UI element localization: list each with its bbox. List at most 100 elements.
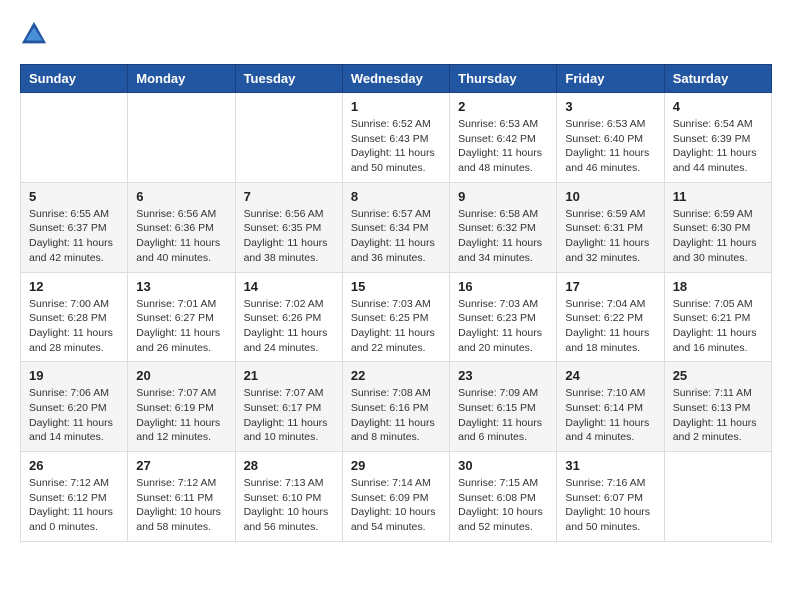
day-cell: 25Sunrise: 7:11 AMSunset: 6:13 PMDayligh… bbox=[664, 362, 771, 452]
day-number: 22 bbox=[351, 368, 441, 383]
day-info: Sunrise: 7:05 AMSunset: 6:21 PMDaylight:… bbox=[673, 297, 763, 356]
day-cell: 8Sunrise: 6:57 AMSunset: 6:34 PMDaylight… bbox=[342, 182, 449, 272]
day-info: Sunrise: 7:02 AMSunset: 6:26 PMDaylight:… bbox=[244, 297, 334, 356]
day-info: Sunrise: 7:16 AMSunset: 6:07 PMDaylight:… bbox=[565, 476, 655, 535]
day-cell: 27 Sunrise: 7:12 AMSunset: 6:11 PMDayligh… bbox=[128, 452, 235, 542]
day-cell bbox=[664, 452, 771, 542]
day-cell: 9 Sunrise: 6:58 AMSunset: 6:32 PMDaylight… bbox=[450, 182, 557, 272]
day-number: 23 bbox=[458, 368, 548, 383]
day-cell: 30Sunrise: 7:15 AMSunset: 6:08 PMDayligh… bbox=[450, 452, 557, 542]
page-header bbox=[20, 20, 772, 48]
day-cell: 5Sunrise: 6:55 AMSunset: 6:37 PMDaylight… bbox=[21, 182, 128, 272]
day-number: 31 bbox=[565, 458, 655, 473]
day-cell: 1 Sunrise: 6:52 AMSunset: 6:43 PMDaylight… bbox=[342, 93, 449, 183]
day-header-tuesday: Tuesday bbox=[235, 65, 342, 93]
day-cell: 13Sunrise: 7:01 AMSunset: 6:27 PMDayligh… bbox=[128, 272, 235, 362]
logo-icon bbox=[20, 20, 48, 48]
day-cell: 21Sunrise: 7:07 AMSunset: 6:17 PMDayligh… bbox=[235, 362, 342, 452]
day-cell: 15 Sunrise: 7:03 AMSunset: 6:25 PMDayligh… bbox=[342, 272, 449, 362]
day-info: Sunrise: 6:58 AMSunset: 6:32 PMDaylight:… bbox=[458, 207, 548, 266]
day-number: 9 bbox=[458, 189, 548, 204]
day-info: Sunrise: 7:07 AMSunset: 6:19 PMDaylight:… bbox=[136, 386, 226, 445]
day-number: 1 bbox=[351, 99, 441, 114]
day-number: 26 bbox=[29, 458, 119, 473]
day-header-sunday: Sunday bbox=[21, 65, 128, 93]
day-cell: 12 Sunrise: 7:00 AMSunset: 6:28 PMDayligh… bbox=[21, 272, 128, 362]
day-cell: 29Sunrise: 7:14 AMSunset: 6:09 PMDayligh… bbox=[342, 452, 449, 542]
day-number: 14 bbox=[244, 279, 334, 294]
header-row: SundayMondayTuesdayWednesdayThursdayFrid… bbox=[21, 65, 772, 93]
day-info: Sunrise: 6:56 AMSunset: 6:36 PMDaylight:… bbox=[136, 207, 226, 266]
week-row-1: 1 Sunrise: 6:52 AMSunset: 6:43 PMDaylight… bbox=[21, 93, 772, 183]
day-header-saturday: Saturday bbox=[664, 65, 771, 93]
day-info: Sunrise: 7:04 AMSunset: 6:22 PMDaylight:… bbox=[565, 297, 655, 356]
day-cell: 16 Sunrise: 7:03 AMSunset: 6:23 PMDayligh… bbox=[450, 272, 557, 362]
day-info: Sunrise: 6:59 AMSunset: 6:30 PMDaylight:… bbox=[673, 207, 763, 266]
day-number: 4 bbox=[673, 99, 763, 114]
day-info: Sunrise: 6:52 AMSunset: 6:43 PMDaylight:… bbox=[351, 117, 441, 176]
day-info: Sunrise: 7:15 AMSunset: 6:08 PMDaylight:… bbox=[458, 476, 548, 535]
day-number: 5 bbox=[29, 189, 119, 204]
day-info: Sunrise: 7:12 AMSunset: 6:11 PMDaylight:… bbox=[136, 476, 226, 535]
day-info: Sunrise: 7:01 AMSunset: 6:27 PMDaylight:… bbox=[136, 297, 226, 356]
day-info: Sunrise: 7:06 AMSunset: 6:20 PMDaylight:… bbox=[29, 386, 119, 445]
day-info: Sunrise: 7:10 AMSunset: 6:14 PMDaylight:… bbox=[565, 386, 655, 445]
week-row-3: 12 Sunrise: 7:00 AMSunset: 6:28 PMDayligh… bbox=[21, 272, 772, 362]
week-row-4: 19 Sunrise: 7:06 AMSunset: 6:20 PMDayligh… bbox=[21, 362, 772, 452]
day-cell: 10Sunrise: 6:59 AMSunset: 6:31 PMDayligh… bbox=[557, 182, 664, 272]
day-number: 12 bbox=[29, 279, 119, 294]
day-info: Sunrise: 6:56 AMSunset: 6:35 PMDaylight:… bbox=[244, 207, 334, 266]
day-info: Sunrise: 7:00 AMSunset: 6:28 PMDaylight:… bbox=[29, 297, 119, 356]
day-info: Sunrise: 6:59 AMSunset: 6:31 PMDaylight:… bbox=[565, 207, 655, 266]
day-info: Sunrise: 7:08 AMSunset: 6:16 PMDaylight:… bbox=[351, 386, 441, 445]
day-number: 7 bbox=[244, 189, 334, 204]
day-number: 11 bbox=[673, 189, 763, 204]
day-number: 17 bbox=[565, 279, 655, 294]
day-info: Sunrise: 7:09 AMSunset: 6:15 PMDaylight:… bbox=[458, 386, 548, 445]
day-info: Sunrise: 7:07 AMSunset: 6:17 PMDaylight:… bbox=[244, 386, 334, 445]
day-header-thursday: Thursday bbox=[450, 65, 557, 93]
day-info: Sunrise: 7:14 AMSunset: 6:09 PMDaylight:… bbox=[351, 476, 441, 535]
day-info: Sunrise: 7:03 AMSunset: 6:23 PMDaylight:… bbox=[458, 297, 548, 356]
day-cell bbox=[235, 93, 342, 183]
day-cell: 22 Sunrise: 7:08 AMSunset: 6:16 PMDayligh… bbox=[342, 362, 449, 452]
day-cell: 11 Sunrise: 6:59 AMSunset: 6:30 PMDayligh… bbox=[664, 182, 771, 272]
day-info: Sunrise: 7:12 AMSunset: 6:12 PMDaylight:… bbox=[29, 476, 119, 535]
day-cell: 3 Sunrise: 6:53 AMSunset: 6:40 PMDaylight… bbox=[557, 93, 664, 183]
day-number: 18 bbox=[673, 279, 763, 294]
day-cell bbox=[21, 93, 128, 183]
calendar-table: SundayMondayTuesdayWednesdayThursdayFrid… bbox=[20, 64, 772, 542]
day-cell: 26 Sunrise: 7:12 AMSunset: 6:12 PMDayligh… bbox=[21, 452, 128, 542]
week-row-5: 26 Sunrise: 7:12 AMSunset: 6:12 PMDayligh… bbox=[21, 452, 772, 542]
day-info: Sunrise: 6:53 AMSunset: 6:42 PMDaylight:… bbox=[458, 117, 548, 176]
day-cell: 19 Sunrise: 7:06 AMSunset: 6:20 PMDayligh… bbox=[21, 362, 128, 452]
day-info: Sunrise: 7:03 AMSunset: 6:25 PMDaylight:… bbox=[351, 297, 441, 356]
day-header-wednesday: Wednesday bbox=[342, 65, 449, 93]
day-cell bbox=[128, 93, 235, 183]
week-row-2: 5Sunrise: 6:55 AMSunset: 6:37 PMDaylight… bbox=[21, 182, 772, 272]
day-number: 16 bbox=[458, 279, 548, 294]
day-number: 24 bbox=[565, 368, 655, 383]
day-number: 3 bbox=[565, 99, 655, 114]
day-cell: 20 Sunrise: 7:07 AMSunset: 6:19 PMDayligh… bbox=[128, 362, 235, 452]
day-cell: 17 Sunrise: 7:04 AMSunset: 6:22 PMDayligh… bbox=[557, 272, 664, 362]
day-cell: 24 Sunrise: 7:10 AMSunset: 6:14 PMDayligh… bbox=[557, 362, 664, 452]
day-header-friday: Friday bbox=[557, 65, 664, 93]
day-number: 28 bbox=[244, 458, 334, 473]
day-header-monday: Monday bbox=[128, 65, 235, 93]
day-info: Sunrise: 6:53 AMSunset: 6:40 PMDaylight:… bbox=[565, 117, 655, 176]
day-cell: 6Sunrise: 6:56 AMSunset: 6:36 PMDaylight… bbox=[128, 182, 235, 272]
day-info: Sunrise: 7:13 AMSunset: 6:10 PMDaylight:… bbox=[244, 476, 334, 535]
day-number: 19 bbox=[29, 368, 119, 383]
logo bbox=[20, 20, 52, 48]
day-number: 20 bbox=[136, 368, 226, 383]
day-cell: 18 Sunrise: 7:05 AMSunset: 6:21 PMDayligh… bbox=[664, 272, 771, 362]
day-number: 2 bbox=[458, 99, 548, 114]
day-number: 27 bbox=[136, 458, 226, 473]
day-cell: 23 Sunrise: 7:09 AMSunset: 6:15 PMDayligh… bbox=[450, 362, 557, 452]
day-info: Sunrise: 7:11 AMSunset: 6:13 PMDaylight:… bbox=[673, 386, 763, 445]
day-number: 15 bbox=[351, 279, 441, 294]
day-cell: 28 Sunrise: 7:13 AMSunset: 6:10 PMDayligh… bbox=[235, 452, 342, 542]
day-cell: 4Sunrise: 6:54 AMSunset: 6:39 PMDaylight… bbox=[664, 93, 771, 183]
day-number: 8 bbox=[351, 189, 441, 204]
